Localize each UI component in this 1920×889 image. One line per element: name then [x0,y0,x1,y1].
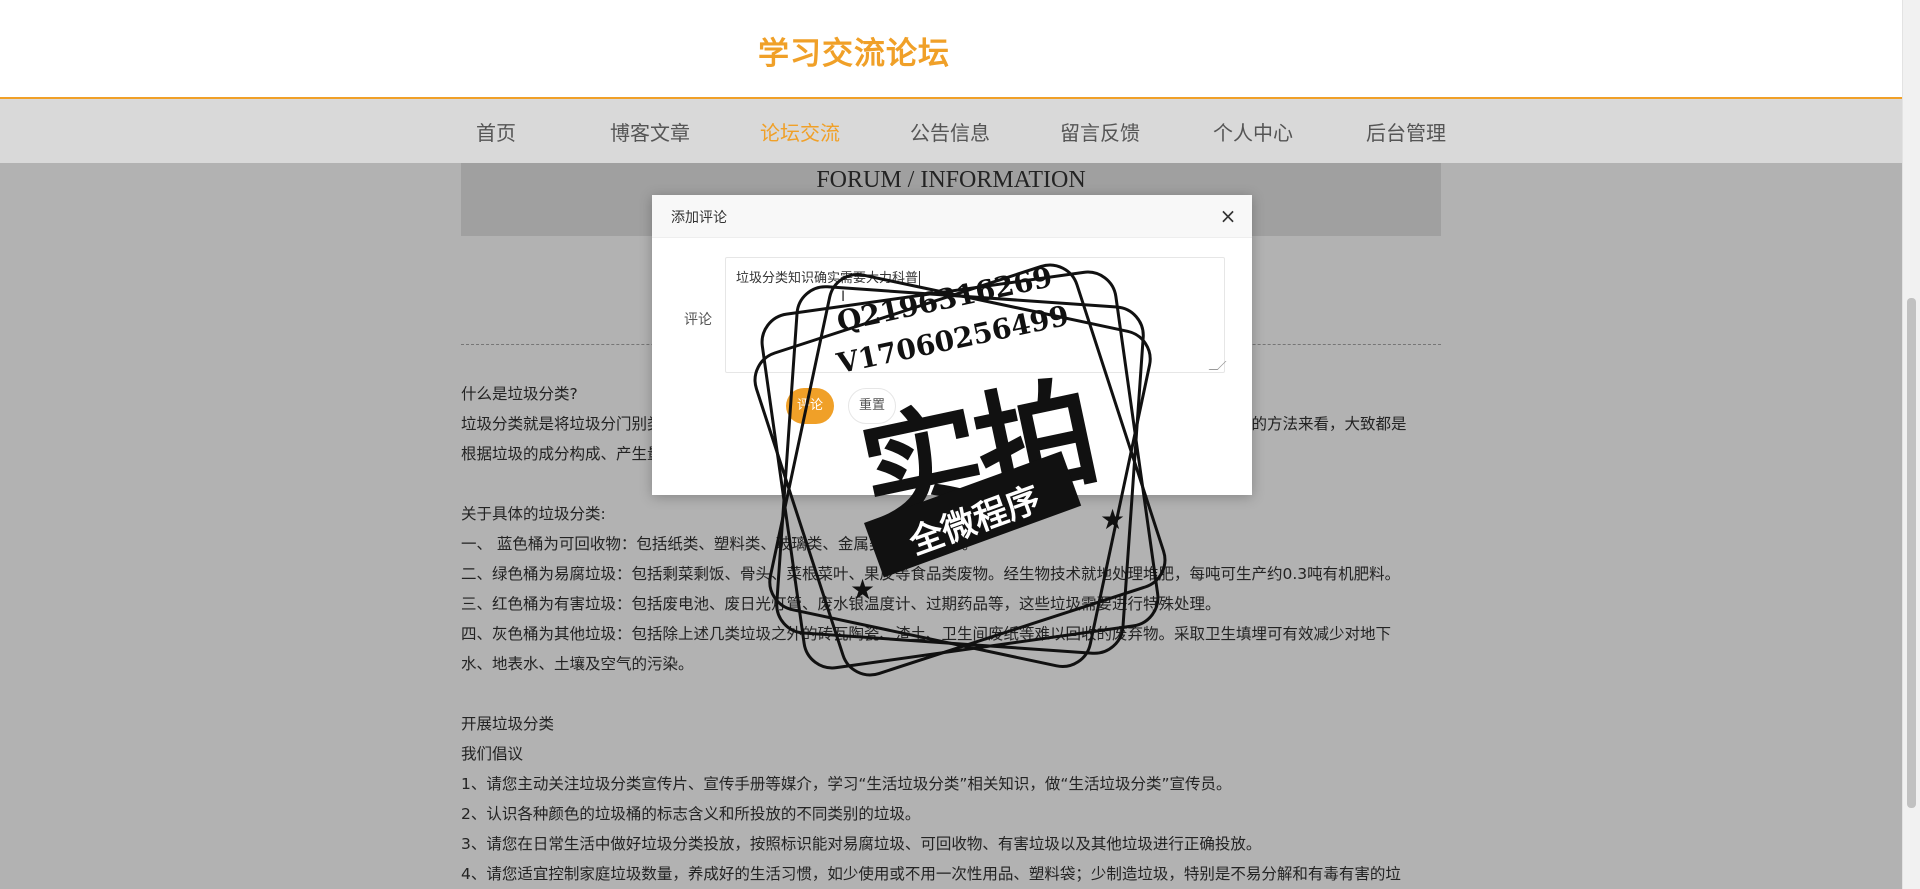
comment-textarea[interactable]: 垃圾分类知识确实需要大力科普 [725,257,1227,373]
vertical-scrollbar[interactable] [1902,0,1920,889]
comment-label: 评论 [684,312,712,328]
nav-item-blog[interactable]: 博客文章 [610,117,690,146]
comment-text: 垃圾分类知识确实需要大力科普 [736,271,919,286]
nav-item-home[interactable]: 首页 [476,117,516,146]
i-beam-cursor-icon: I [841,289,846,305]
nav-item-forum[interactable]: 论坛交流 [760,117,840,146]
close-icon[interactable]: × [1218,206,1238,226]
reset-button[interactable]: 重置 [848,388,896,424]
nav-item-profile[interactable]: 个人中心 [1213,117,1293,146]
site-header: 学习交流论坛 [0,0,1903,99]
nav-item-admin[interactable]: 后台管理 [1366,117,1446,146]
main-nav: 首页 博客文章 论坛交流 公告信息 留言反馈 个人中心 后台管理 [0,99,1903,163]
submit-comment-button[interactable]: 评论 [786,388,834,424]
add-comment-dialog: 添加评论 × 评论 垃圾分类知识确实需要大力科普 评论 重置 [652,195,1252,495]
nav-item-notice[interactable]: 公告信息 [910,117,990,146]
site-title[interactable]: 学习交流论坛 [758,28,950,73]
dialog-header: 添加评论 × [652,195,1252,238]
nav-item-feedback[interactable]: 留言反馈 [1060,117,1140,146]
resize-grip-icon[interactable] [1208,361,1227,370]
dialog-title: 添加评论 [671,210,727,226]
scrollbar-thumb[interactable] [1907,298,1916,808]
